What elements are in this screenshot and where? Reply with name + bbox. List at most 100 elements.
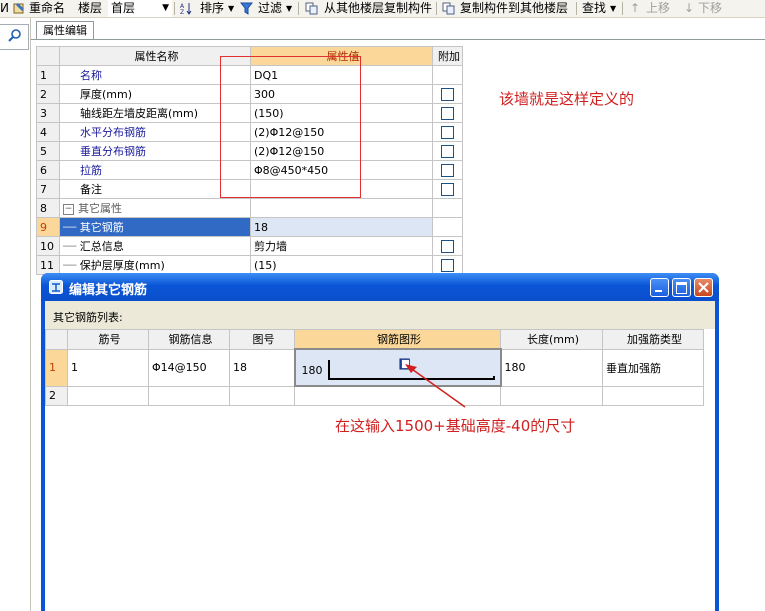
search-icon[interactable] <box>8 29 22 46</box>
tree-line: ── <box>63 259 77 272</box>
dialog-app-icon <box>49 280 63 297</box>
property-value[interactable]: 18 <box>250 217 433 237</box>
floor-select-value: 首层 <box>111 1 136 15</box>
row-number: 5 <box>36 141 60 161</box>
rebar-grid-area: 筋号 钢筋信息 图号 钢筋图形 长度(mm) 加强筋类型 1 1 Φ14@150… <box>45 329 715 611</box>
filter-icon <box>239 2 254 15</box>
extra-cell <box>432 122 463 142</box>
table-row-selected[interactable]: 1 1 Φ14@150 18 180 180 垂直加强筋 <box>45 348 704 387</box>
column-header-bar-no[interactable]: 筋号 <box>67 329 149 350</box>
extra-checkbox[interactable] <box>441 87 454 101</box>
annotation-note: 在这输入1500+基础高度-40的尺寸 <box>335 417 576 435</box>
extra-cell <box>432 236 463 256</box>
column-header-shape[interactable]: 钢筋图形 <box>294 329 501 350</box>
grid-corner <box>45 329 68 350</box>
extra-checkbox[interactable] <box>441 144 454 158</box>
search-box[interactable] <box>0 24 29 50</box>
bar-no-cell[interactable]: 1 <box>67 348 149 387</box>
table-row[interactable]: 2 <box>45 385 704 406</box>
extra-checkbox[interactable] <box>441 106 454 120</box>
toolbar-separator <box>622 2 623 15</box>
column-header-length[interactable]: 长度(mm) <box>500 329 603 350</box>
extra-cell <box>432 198 463 218</box>
property-name-cell[interactable]: ── 保护层厚度(mm) <box>59 255 251 275</box>
column-header-extra[interactable]: 附加 <box>432 46 463 66</box>
shape-no-cell[interactable] <box>229 385 295 406</box>
close-button[interactable] <box>694 278 713 297</box>
row-number: 3 <box>36 103 60 123</box>
row-number: 1 <box>36 65 60 85</box>
table-row[interactable]: 11 ── 保护层厚度(mm) (15) <box>36 255 463 275</box>
annotation-note: 该墙就是这样定义的 <box>499 90 635 108</box>
property-name-cell[interactable]: ── 其它钢筋 <box>59 217 251 237</box>
filter-dropdown-icon[interactable]: ▼ <box>286 1 292 16</box>
left-panel <box>0 18 31 611</box>
copy-from-floor-button[interactable]: 从其他楼层复制构件 <box>324 1 432 16</box>
tab-property-edit[interactable]: 属性编辑 <box>36 21 94 40</box>
rebar-list-label: 其它钢筋列表: <box>53 311 123 324</box>
property-value[interactable]: 剪力墙 <box>250 236 433 256</box>
property-value[interactable]: (15) <box>250 255 433 275</box>
move-up-icon: ↑ <box>630 1 641 15</box>
extra-checkbox[interactable] <box>441 239 454 253</box>
row-number: 6 <box>36 160 60 180</box>
sort-dropdown-icon[interactable]: ▼ <box>228 1 234 16</box>
property-name-cell[interactable]: ── 汇总信息 <box>59 236 251 256</box>
length-cell[interactable]: 180 <box>500 348 603 387</box>
property-group-name: 其它属性 <box>78 202 122 215</box>
rename-button[interactable]: 重命名 <box>29 1 65 16</box>
reinforce-type-cell[interactable] <box>602 385 704 406</box>
close-icon <box>698 282 709 293</box>
column-header-shape-no[interactable]: 图号 <box>229 329 295 350</box>
copy-to-floor-button[interactable]: 复制构件到其他楼层 <box>460 1 568 16</box>
table-row[interactable]: 8 − 其它属性 <box>36 198 463 218</box>
filter-button[interactable]: 过滤 <box>258 1 282 16</box>
dialog-titlebar[interactable]: 编辑其它钢筋 <box>41 273 719 301</box>
property-value <box>250 198 433 218</box>
rebar-info-cell[interactable] <box>148 385 230 406</box>
property-name: 保护层厚度(mm) <box>79 259 165 272</box>
row-number: 2 <box>36 84 60 104</box>
property-name: 其它钢筋 <box>79 221 124 234</box>
maximize-icon <box>676 282 687 294</box>
minimize-button[interactable] <box>650 278 669 297</box>
find-dropdown-icon[interactable]: ▼ <box>610 1 616 16</box>
svg-text:Z: Z <box>180 9 184 15</box>
shape-no-cell[interactable]: 18 <box>229 348 295 387</box>
move-down-icon: ↓ <box>684 1 695 15</box>
row-number: 4 <box>36 122 60 142</box>
move-down-button[interactable]: 下移 <box>698 1 722 16</box>
row-number: 11 <box>36 255 60 275</box>
length-cell[interactable] <box>500 385 603 406</box>
minimize-icon <box>655 290 662 292</box>
dialog-title: 编辑其它钢筋 <box>69 283 148 298</box>
collapse-toggle-icon[interactable]: − <box>63 203 74 215</box>
sort-button[interactable]: 排序 <box>200 1 224 16</box>
property-name: 汇总信息 <box>79 240 124 253</box>
floor-label: 楼层 <box>78 1 103 15</box>
rebar-info-cell[interactable]: Φ14@150 <box>148 348 230 387</box>
extra-checkbox[interactable] <box>441 163 454 177</box>
extra-cell <box>432 103 463 123</box>
extra-cell <box>432 179 463 199</box>
toolbar-separator <box>174 2 175 15</box>
column-header-rebar-info[interactable]: 钢筋信息 <box>148 329 230 350</box>
table-row-selected[interactable]: 9 ── 其它钢筋 18 <box>36 217 463 237</box>
shape-left-dimension[interactable]: 180 <box>302 364 323 377</box>
tree-line: ── <box>63 240 77 253</box>
floor-select[interactable]: 首层 ▼ <box>108 0 172 17</box>
property-group-cell[interactable]: − 其它属性 <box>59 198 251 218</box>
extra-checkbox[interactable] <box>441 182 454 196</box>
extra-cell <box>432 84 463 104</box>
move-up-button[interactable]: 上移 <box>646 1 670 16</box>
find-button[interactable]: 查找 <box>582 1 606 16</box>
sort-icon: AZ <box>180 2 193 16</box>
toolbar-separator <box>436 2 437 15</box>
column-header-reinforce-type[interactable]: 加强筋类型 <box>602 329 704 350</box>
extra-checkbox[interactable] <box>441 258 454 272</box>
extra-checkbox[interactable] <box>441 125 454 139</box>
table-row[interactable]: 10 ── 汇总信息 剪力墙 <box>36 236 463 256</box>
bar-no-cell[interactable] <box>67 385 149 406</box>
reinforce-type-cell[interactable]: 垂直加强筋 <box>602 348 704 387</box>
maximize-button[interactable] <box>672 278 691 297</box>
